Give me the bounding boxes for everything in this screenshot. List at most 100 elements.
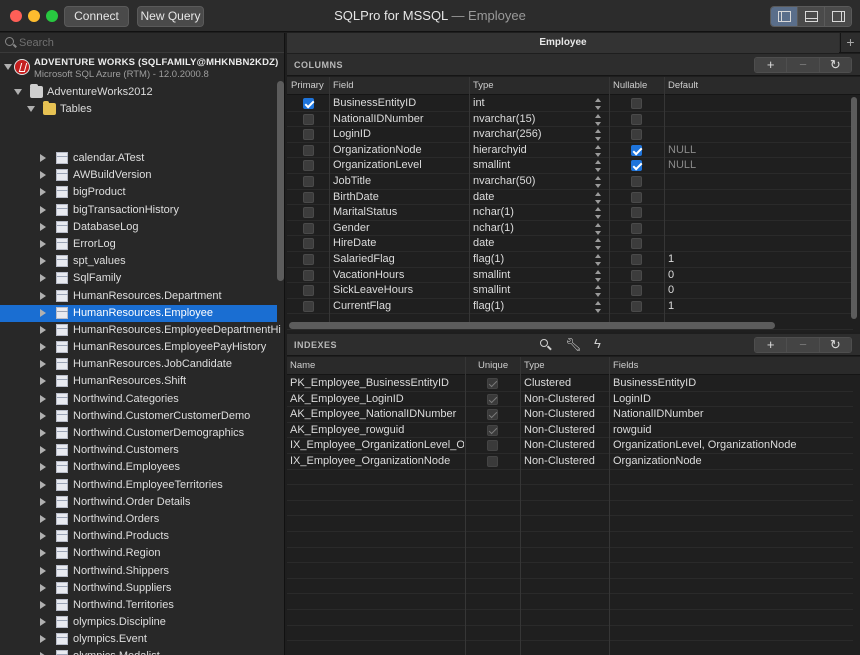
disclosure-right-icon[interactable] <box>40 257 46 266</box>
sidebar-table-item[interactable]: olympics.Medalist <box>0 648 277 655</box>
disclosure-right-icon[interactable] <box>40 514 46 523</box>
disclosure-down-icon[interactable] <box>27 106 35 112</box>
index-fields[interactable]: NationalIDNumber <box>613 407 853 423</box>
search-input[interactable] <box>19 35 274 51</box>
unique-checkbox[interactable] <box>487 440 498 452</box>
index-row[interactable] <box>287 470 853 486</box>
primary-key-checkbox[interactable] <box>303 222 314 234</box>
disclosure-right-icon[interactable] <box>40 325 46 334</box>
index-row[interactable] <box>287 516 853 532</box>
index-row[interactable] <box>287 626 853 642</box>
type-stepper-icon[interactable] <box>594 222 602 235</box>
unique-checkbox[interactable] <box>487 424 498 436</box>
sidebar-table-item[interactable]: HumanResources.EmployeeDepartmentHi <box>0 322 281 339</box>
disclosure-right-icon[interactable] <box>40 497 46 506</box>
field-default[interactable]: 1 <box>668 299 848 315</box>
field-type[interactable]: int <box>473 96 593 112</box>
index-name[interactable]: IX_Employee_OrganizationNode <box>290 454 464 470</box>
index-name[interactable]: AK_Employee_rowguid <box>290 423 464 439</box>
field-default[interactable]: NULL <box>668 143 848 159</box>
field-name[interactable]: BusinessEntityID <box>333 96 467 112</box>
type-stepper-icon[interactable] <box>594 285 602 298</box>
column-row[interactable]: LoginID nvarchar(256) <box>287 127 853 143</box>
disclosure-right-icon[interactable] <box>40 222 46 231</box>
field-default[interactable] <box>668 112 848 128</box>
column-header-field[interactable]: Field <box>333 80 354 91</box>
field-name[interactable]: SalariedFlag <box>333 252 467 268</box>
disclosure-right-icon[interactable] <box>40 291 46 300</box>
sidebar-table-item[interactable]: Northwind.Territories <box>0 597 277 614</box>
disclosure-right-icon[interactable] <box>40 377 46 386</box>
field-default[interactable] <box>668 236 848 252</box>
sidebar-table-item[interactable]: SqlFamily <box>0 270 277 287</box>
field-type[interactable]: flag(1) <box>473 252 593 268</box>
index-fields[interactable]: rowguid <box>613 423 853 439</box>
sidebar-table-item[interactable]: HumanResources.JobCandidate <box>0 356 277 373</box>
field-default[interactable] <box>668 96 848 112</box>
disclosure-right-icon[interactable] <box>40 154 46 162</box>
primary-key-checkbox[interactable] <box>303 160 314 172</box>
disclosure-right-icon[interactable] <box>40 583 46 592</box>
index-type[interactable]: Non-Clustered <box>524 454 608 470</box>
nullable-checkbox[interactable] <box>631 254 642 265</box>
lightning-icon[interactable]: ϟ <box>594 336 608 351</box>
index-fields[interactable]: OrganizationNode <box>613 454 853 470</box>
disclosure-right-icon[interactable] <box>40 463 46 472</box>
index-name[interactable]: PK_Employee_BusinessEntityID <box>290 376 464 392</box>
primary-key-checkbox[interactable] <box>303 176 314 187</box>
wrench-icon[interactable]: 🔧︎ <box>565 337 582 352</box>
column-header-primary[interactable]: Primary <box>291 80 324 91</box>
index-row[interactable]: AK_Employee_NationalIDNumber Non-Clustere… <box>287 407 853 423</box>
column-row[interactable]: OrganizationLevel smallint NULL <box>287 158 853 174</box>
column-row[interactable]: Gender nchar(1) <box>287 221 853 237</box>
disclosure-right-icon[interactable] <box>40 411 46 420</box>
type-stepper-icon[interactable] <box>594 191 602 204</box>
field-name[interactable]: LoginID <box>333 127 467 143</box>
field-default[interactable]: 0 <box>668 283 848 299</box>
disclosure-right-icon[interactable] <box>40 618 46 627</box>
field-default[interactable] <box>668 221 848 237</box>
disclosure-right-icon[interactable] <box>40 566 46 575</box>
field-default[interactable] <box>668 127 848 143</box>
field-name[interactable]: Gender <box>333 221 467 237</box>
column-row[interactable]: VacationHours smallint 0 <box>287 268 853 284</box>
disclosure-right-icon[interactable] <box>40 360 46 369</box>
index-row[interactable]: IX_Employee_OrganizationNode Non-Clustere… <box>287 454 853 470</box>
field-name[interactable]: BirthDate <box>333 190 467 206</box>
tables-folder-node[interactable]: Tables <box>0 101 284 118</box>
index-row[interactable] <box>287 563 853 579</box>
field-type[interactable]: nchar(1) <box>473 221 593 237</box>
column-row[interactable]: SickLeaveHours smallint 0 <box>287 283 853 299</box>
index-header-unique[interactable]: Unique <box>478 360 508 371</box>
nullable-checkbox[interactable] <box>631 238 642 250</box>
index-type[interactable]: Clustered <box>524 376 608 392</box>
nullable-checkbox[interactable] <box>631 98 642 109</box>
nullable-checkbox[interactable] <box>631 191 642 203</box>
sidebar-table-item[interactable]: Northwind.CustomerCustomerDemo <box>0 408 277 425</box>
field-name[interactable]: HireDate <box>333 236 467 252</box>
index-type[interactable]: Non-Clustered <box>524 407 608 423</box>
nullable-checkbox[interactable] <box>631 269 642 281</box>
primary-key-checkbox[interactable] <box>303 207 314 219</box>
field-default[interactable]: 0 <box>668 268 848 284</box>
disclosure-right-icon[interactable] <box>40 532 46 541</box>
disclosure-right-icon[interactable] <box>40 205 46 214</box>
type-stepper-icon[interactable] <box>594 129 602 142</box>
columns-horizontal-scrollbar[interactable] <box>289 322 775 329</box>
field-type[interactable]: nvarchar(50) <box>473 174 593 190</box>
index-row[interactable] <box>287 641 853 655</box>
sidebar-table-item[interactable]: HumanResources.Department <box>0 288 277 305</box>
disclosure-down-icon[interactable] <box>4 64 12 70</box>
field-type[interactable]: hierarchyid <box>473 143 593 159</box>
nullable-checkbox[interactable] <box>631 285 642 297</box>
disclosure-down-icon[interactable] <box>14 89 22 95</box>
column-row[interactable]: SalariedFlag flag(1) 1 <box>287 252 853 268</box>
primary-key-checkbox[interactable] <box>303 98 314 109</box>
sidebar-table-item[interactable]: HumanResources.Shift <box>0 373 277 390</box>
disclosure-right-icon[interactable] <box>40 188 46 197</box>
index-row[interactable]: AK_Employee_LoginID Non-Clustered LoginID <box>287 392 853 408</box>
field-default[interactable] <box>668 205 848 221</box>
toggle-inspector-button[interactable] <box>825 7 851 26</box>
unique-checkbox[interactable] <box>487 393 498 405</box>
sidebar-table-item[interactable]: Northwind.Customers <box>0 442 277 459</box>
